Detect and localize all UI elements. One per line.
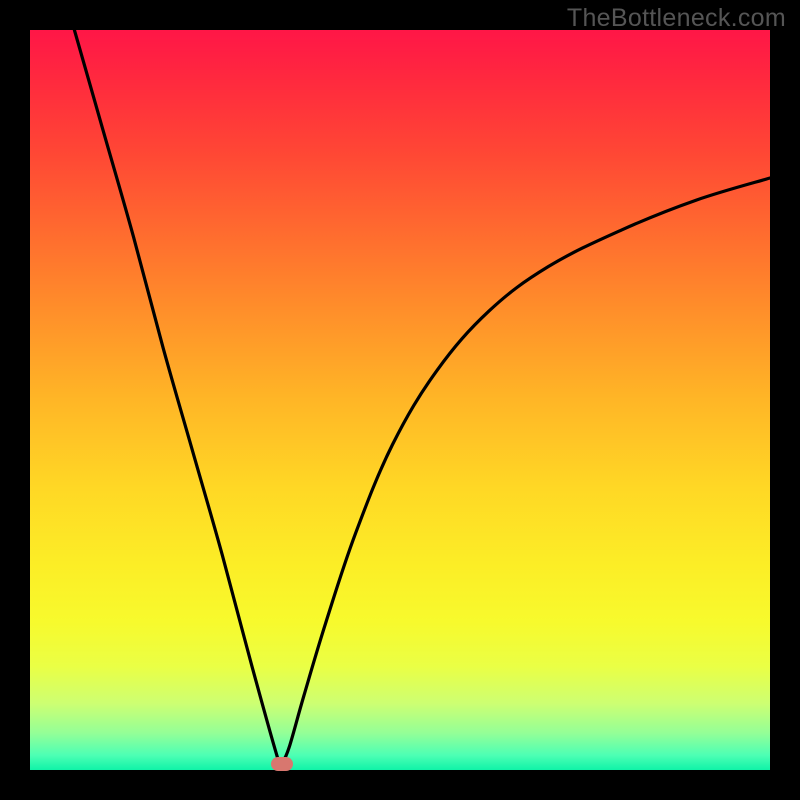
minimum-marker: [271, 757, 293, 771]
curve-right-branch: [282, 178, 770, 764]
chart-container: TheBottleneck.com: [0, 0, 800, 800]
curve-svg: [30, 30, 770, 770]
curve-left-branch: [74, 30, 281, 768]
watermark-text: TheBottleneck.com: [567, 4, 786, 33]
plot-area: [30, 30, 770, 770]
